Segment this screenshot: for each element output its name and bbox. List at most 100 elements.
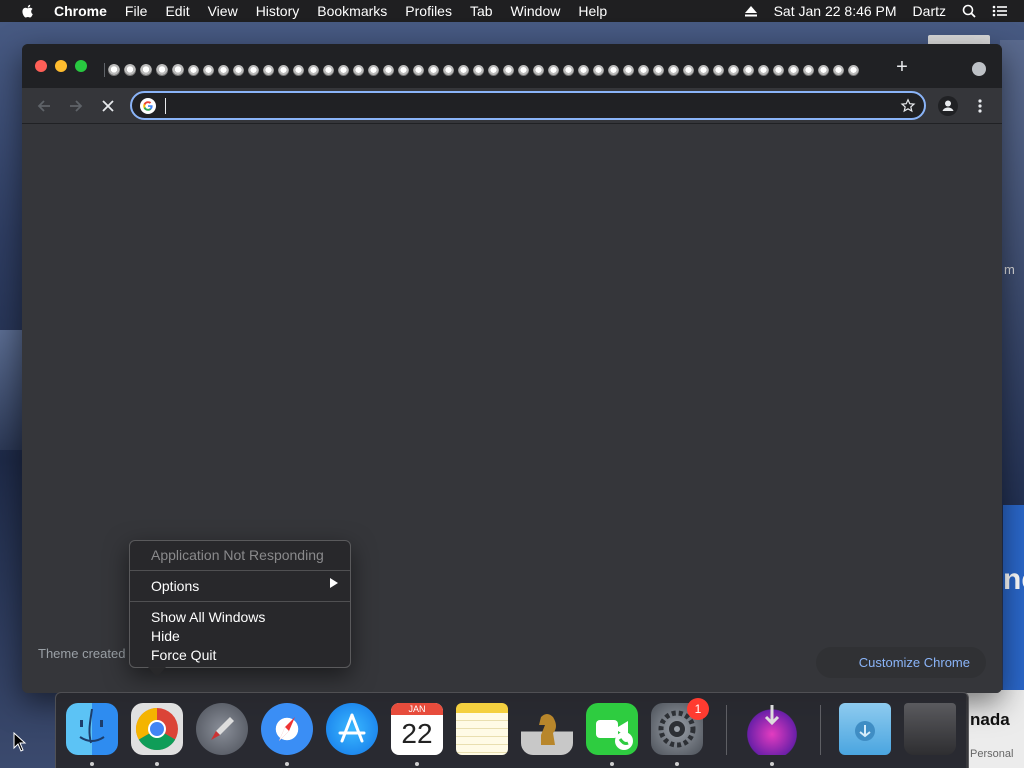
tab-favicon[interactable] [743, 64, 754, 76]
chess-icon[interactable] [521, 703, 573, 755]
tab-favicon[interactable] [248, 64, 259, 76]
tab-favicon[interactable] [818, 64, 829, 76]
tab-favicon[interactable] [683, 64, 694, 76]
close-window-button[interactable] [35, 60, 47, 72]
notes-icon[interactable] [456, 703, 508, 755]
tab-favicon[interactable] [124, 64, 136, 76]
menu-edit[interactable]: Edit [165, 3, 189, 19]
tab-favicon[interactable] [593, 64, 604, 76]
menu-tab[interactable]: Tab [470, 3, 493, 19]
tab-favicon[interactable] [488, 64, 499, 76]
tab-favicon[interactable] [353, 64, 364, 76]
tab-favicon[interactable] [833, 64, 844, 76]
tab-favicon[interactable] [728, 64, 739, 76]
stop-loading-icon[interactable] [98, 96, 118, 116]
tab-favicon[interactable] [518, 64, 529, 76]
show-all-windows-menu-item[interactable]: Show All Windows [151, 608, 265, 626]
tab-favicon[interactable] [203, 64, 214, 76]
menu-file[interactable]: File [125, 3, 148, 19]
tab-favicon[interactable] [473, 64, 484, 76]
menu-view[interactable]: View [208, 3, 238, 19]
installer-icon[interactable] [746, 703, 798, 755]
trash-icon[interactable] [904, 703, 956, 755]
tab-favicon[interactable] [623, 64, 634, 76]
tab-favicon[interactable] [503, 64, 514, 76]
eject-icon[interactable] [744, 5, 758, 17]
tab-favicon[interactable] [608, 64, 619, 76]
finder-icon[interactable] [66, 703, 118, 755]
tab-favicon[interactable] [308, 64, 319, 76]
tab-favicon[interactable] [533, 64, 544, 76]
hide-menu-item[interactable]: Hide [151, 627, 180, 645]
tab-favicon[interactable] [563, 64, 574, 76]
tab-favicon[interactable] [338, 64, 349, 76]
tab-favicon[interactable] [458, 64, 469, 76]
tab-favicon[interactable] [758, 64, 769, 76]
menu-separator [130, 601, 350, 602]
tab-favicon[interactable] [803, 64, 814, 76]
tab-favicon[interactable] [278, 64, 289, 76]
tab-favicon[interactable] [140, 64, 152, 76]
tab-favicon[interactable] [848, 64, 859, 76]
profile-avatar-icon[interactable] [938, 96, 958, 116]
app-not-responding-label: Application Not Responding [151, 547, 324, 563]
force-quit-menu-item[interactable]: Force Quit [151, 646, 216, 664]
menu-bar: Chrome File Edit View History Bookmarks … [0, 0, 1024, 22]
context-menu-pointer [148, 667, 166, 677]
tab-search-icon[interactable] [972, 62, 986, 76]
tab-favicon[interactable] [156, 64, 168, 76]
safari-icon[interactable] [261, 703, 313, 755]
tab-favicon[interactable] [263, 64, 274, 76]
kebab-menu-icon[interactable] [972, 96, 988, 116]
tab-favicon[interactable] [698, 64, 709, 76]
tab-favicon[interactable] [428, 64, 439, 76]
menu-profiles[interactable]: Profiles [405, 3, 452, 19]
menubar-clock[interactable]: Sat Jan 22 8:46 PM [774, 3, 897, 19]
customize-chrome-button[interactable]: Customize Chrome [816, 647, 986, 678]
new-tab-button[interactable]: + [894, 57, 910, 77]
app-store-icon[interactable] [326, 703, 378, 755]
bookmark-star-icon[interactable] [900, 98, 916, 114]
tab-favicon[interactable] [172, 64, 184, 76]
tab-favicon[interactable] [218, 64, 229, 76]
forward-arrow-icon[interactable] [66, 96, 86, 116]
menu-history[interactable]: History [256, 3, 300, 19]
minimize-window-button[interactable] [55, 60, 67, 72]
tab-favicon[interactable] [383, 64, 394, 76]
tab-favicon[interactable] [548, 64, 559, 76]
tab-favicon[interactable] [188, 64, 199, 76]
tab-favicon[interactable] [788, 64, 799, 76]
tab-favicon[interactable] [413, 64, 424, 76]
tab-favicon[interactable] [323, 64, 334, 76]
menu-bookmarks[interactable]: Bookmarks [317, 3, 387, 19]
tab-favicon[interactable] [398, 64, 409, 76]
tab-favicon[interactable] [668, 64, 679, 76]
apple-menu-icon[interactable] [20, 3, 36, 19]
options-menu-item[interactable]: Options [151, 577, 199, 595]
back-arrow-icon[interactable] [34, 96, 54, 116]
calendar-icon[interactable]: JAN 22 [391, 703, 443, 755]
chrome-icon[interactable] [131, 703, 183, 755]
tab-favicon[interactable] [713, 64, 724, 76]
downloads-folder-icon[interactable] [839, 703, 891, 755]
tab-favicon[interactable] [773, 64, 784, 76]
omnibox[interactable] [130, 91, 926, 120]
menu-app-chrome[interactable]: Chrome [54, 3, 107, 19]
tab-favicon[interactable] [108, 64, 120, 76]
address-input[interactable] [164, 96, 884, 115]
control-center-list-icon[interactable] [992, 5, 1008, 17]
tab-favicon[interactable] [638, 64, 649, 76]
tab-favicon[interactable] [443, 64, 454, 76]
spotlight-search-icon[interactable] [962, 4, 976, 18]
menu-help[interactable]: Help [578, 3, 607, 19]
tab-favicon[interactable] [368, 64, 379, 76]
menubar-user[interactable]: Dartz [913, 3, 946, 19]
launchpad-icon[interactable] [196, 703, 248, 755]
facetime-icon[interactable] [586, 703, 638, 755]
tab-favicon[interactable] [578, 64, 589, 76]
menu-window[interactable]: Window [511, 3, 561, 19]
tab-favicon[interactable] [233, 64, 244, 76]
zoom-window-button[interactable] [75, 60, 87, 72]
tab-favicon[interactable] [653, 64, 664, 76]
tab-favicon[interactable] [293, 64, 304, 76]
